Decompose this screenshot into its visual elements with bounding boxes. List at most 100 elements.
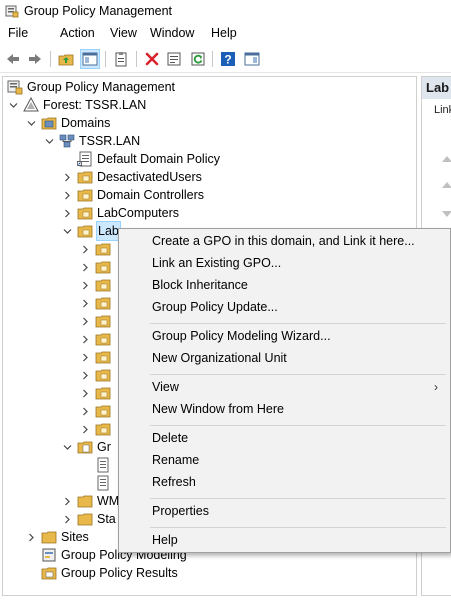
tree-node-domains-label: Domains — [61, 116, 111, 130]
menu-help[interactable]: Help — [209, 26, 239, 40]
tree-node-domains[interactable]: Domains — [25, 114, 110, 132]
tree-node-child[interactable] — [79, 366, 115, 384]
move-up-icon[interactable] — [442, 156, 451, 162]
menu-item-new-ou[interactable]: New Organizational Unit — [121, 348, 448, 370]
tree-node-child[interactable] — [79, 312, 115, 330]
panel-icon[interactable] — [243, 50, 261, 68]
up-folder-icon[interactable] — [57, 50, 75, 68]
chevron-right-icon[interactable] — [79, 294, 91, 312]
chevron-right-icon[interactable] — [61, 204, 73, 222]
chevron-right-icon[interactable] — [79, 420, 91, 438]
chevron-down-icon[interactable] — [7, 96, 19, 114]
tree-node-child[interactable] — [79, 276, 115, 294]
tree-node-desactivatedusers[interactable]: DesactivatedUsers — [61, 168, 202, 186]
menu-item-new-window[interactable]: New Window from Here — [121, 399, 448, 421]
tree-node-wmi-filters[interactable]: WM — [61, 492, 119, 510]
chevron-right-icon[interactable] — [79, 348, 91, 366]
chevron-right-icon[interactable] — [25, 528, 37, 546]
ou-folder-icon — [95, 295, 111, 311]
chevron-down-icon[interactable] — [61, 438, 73, 456]
menu-bar: File Action View Window Help — [0, 24, 451, 44]
move-up-icon[interactable] — [442, 182, 451, 188]
menu-item-label: Help — [152, 533, 178, 547]
toolbar-separator — [136, 51, 137, 67]
tree-node-sites[interactable]: Sites — [25, 528, 89, 546]
tree-node-root[interactable]: Group Policy Management — [7, 78, 175, 96]
chevron-right-icon: › — [434, 380, 438, 394]
chevron-right-icon[interactable] — [61, 492, 73, 510]
tree-node-child[interactable] — [79, 330, 115, 348]
tree-node-child[interactable] — [79, 240, 115, 258]
tree-node-child[interactable] — [79, 258, 115, 276]
toolbar-separator — [105, 51, 106, 67]
refresh-icon[interactable] — [189, 50, 207, 68]
menu-file[interactable]: File — [6, 26, 30, 40]
forward-arrow-icon[interactable] — [26, 50, 44, 68]
tree-node-gpo-item[interactable] — [79, 474, 115, 492]
gpo-doc-icon — [95, 475, 111, 491]
gpm-console-icon — [7, 79, 23, 95]
tree-node-domain-controllers[interactable]: Domain Controllers — [61, 186, 204, 204]
tab-linked-gpos[interactable]: Link — [434, 104, 451, 116]
forest-triangle-icon — [23, 97, 39, 113]
menu-item-rename[interactable]: Rename — [121, 450, 448, 472]
menu-item-properties[interactable]: Properties — [121, 501, 448, 523]
menu-item-link-existing-gpo[interactable]: Link an Existing GPO... — [121, 253, 448, 275]
chevron-right-icon[interactable] — [79, 276, 91, 294]
tree-node-gpo-item[interactable] — [79, 456, 115, 474]
chevron-right-icon[interactable] — [61, 186, 73, 204]
tree-node-results-label: Group Policy Results — [61, 566, 178, 580]
menu-window[interactable]: Window — [148, 26, 196, 40]
ou-folder-icon — [77, 169, 93, 185]
menu-item-block-inheritance[interactable]: Block Inheritance — [121, 275, 448, 297]
menu-item-gp-update[interactable]: Group Policy Update... — [121, 297, 448, 319]
tree-node-labcomputers[interactable]: LabComputers — [61, 204, 179, 222]
window-title: Group Policy Management — [24, 4, 172, 18]
menu-item-create-gpo-link[interactable]: Create a GPO in this domain, and Link it… — [121, 231, 448, 253]
menu-item-modeling-wizard[interactable]: Group Policy Modeling Wizard... — [121, 326, 448, 348]
chevron-right-icon[interactable] — [79, 258, 91, 276]
chevron-right-icon[interactable] — [79, 330, 91, 348]
chevron-down-icon[interactable] — [61, 222, 73, 240]
properties-icon[interactable] — [165, 50, 183, 68]
tree-node-domain[interactable]: TSSR.LAN — [43, 132, 140, 150]
chevron-right-icon[interactable] — [79, 366, 91, 384]
show-hide-console-tree-icon[interactable] — [80, 49, 100, 69]
menu-item-refresh[interactable]: Refresh — [121, 472, 448, 494]
domain-network-icon — [59, 133, 75, 149]
chevron-right-icon[interactable] — [79, 384, 91, 402]
tree-node-child[interactable] — [79, 420, 115, 438]
tree-node-labusers[interactable]: Lab — [61, 221, 121, 241]
tree-node-child[interactable] — [79, 402, 115, 420]
tree-node-group-policy-objects[interactable]: Gr — [61, 438, 111, 456]
chevron-down-icon[interactable] — [25, 114, 37, 132]
back-arrow-icon[interactable] — [4, 50, 22, 68]
chevron-right-icon[interactable] — [79, 402, 91, 420]
menu-item-view[interactable]: View › — [121, 377, 448, 399]
menu-item-delete[interactable]: Delete — [121, 428, 448, 450]
menu-view[interactable]: View — [108, 26, 139, 40]
menu-item-help[interactable]: Help — [121, 530, 448, 552]
delete-x-icon[interactable] — [143, 50, 161, 68]
wmi-folder-icon — [77, 493, 93, 509]
tree-node-starter-gpos[interactable]: Sta — [61, 510, 116, 528]
chevron-right-icon[interactable] — [79, 312, 91, 330]
chevron-right-icon[interactable] — [61, 168, 73, 186]
tree-node-child[interactable] — [79, 348, 115, 366]
chevron-down-icon[interactable] — [43, 132, 55, 150]
menu-action[interactable]: Action — [58, 26, 97, 40]
tree-node-child[interactable] — [79, 384, 115, 402]
tree-node-gp-results[interactable]: Group Policy Results — [25, 564, 178, 582]
gpo-folder-icon — [77, 439, 93, 455]
tree-node-default-domain-policy[interactable]: Default Domain Policy — [61, 150, 220, 168]
menu-item-label: Group Policy Update... — [152, 300, 278, 314]
tree-node-child[interactable] — [79, 294, 115, 312]
move-down-icon[interactable] — [442, 211, 451, 217]
clipboard-icon[interactable] — [112, 50, 130, 68]
chevron-right-icon[interactable] — [79, 240, 91, 258]
help-icon[interactable]: ? — [219, 50, 237, 68]
chevron-right-icon[interactable] — [61, 510, 73, 528]
tree-node-forest[interactable]: Forest: TSSR.LAN — [7, 96, 146, 114]
